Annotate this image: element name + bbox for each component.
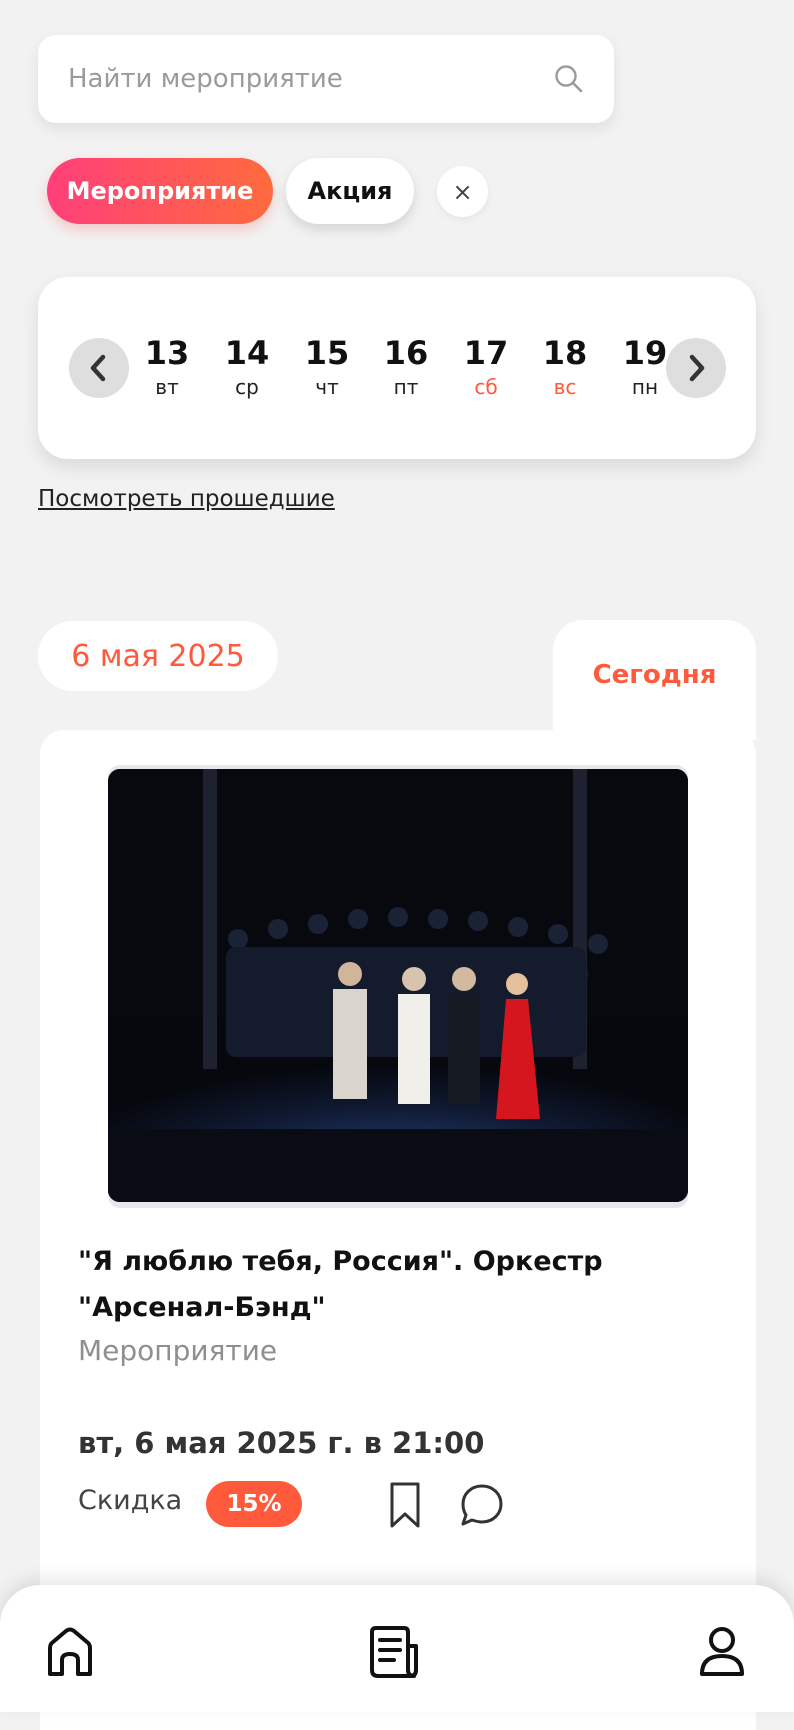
- calendar-day-weekday: пт: [393, 375, 419, 399]
- chevron-left-icon: [90, 354, 106, 382]
- news-icon[interactable]: [364, 1622, 424, 1682]
- today-tab-label: Сегодня: [592, 660, 717, 690]
- event-photo[interactable]: [108, 769, 688, 1202]
- discount-label: Скидка: [78, 1485, 183, 1516]
- search-input[interactable]: [66, 63, 552, 95]
- calendar-day-number: 13: [144, 334, 190, 372]
- calendar-day[interactable]: 18 вс: [530, 332, 600, 400]
- calendar-day-weekday: вт: [155, 375, 179, 399]
- calendar-day[interactable]: 16 пт: [371, 332, 441, 400]
- calendar-day[interactable]: 13 вт: [132, 332, 202, 400]
- home-icon[interactable]: [40, 1622, 100, 1682]
- view-past-link[interactable]: Посмотреть прошедшие: [38, 486, 335, 512]
- calendar-day-weekday: чт: [315, 375, 339, 399]
- date-header: 6 мая 2025: [38, 621, 278, 691]
- clear-filters-button[interactable]: ×: [437, 166, 488, 217]
- calendar-day-number: 16: [383, 334, 429, 372]
- calendar-day[interactable]: 14 ср: [212, 332, 282, 400]
- chevron-right-icon: [689, 354, 705, 382]
- calendar-day[interactable]: 17 сб: [451, 332, 521, 400]
- calendar-day-number: 14: [224, 334, 270, 372]
- filter-chip-promo[interactable]: Акция: [286, 158, 414, 224]
- calendar-day-number: 18: [542, 334, 588, 372]
- calendar-next-button[interactable]: [666, 338, 726, 398]
- calendar-day-weekday: сб: [474, 375, 498, 399]
- calendar-day-weekday: вс: [553, 375, 577, 399]
- calendar-prev-button[interactable]: [69, 338, 129, 398]
- calendar-day-number: 15: [304, 334, 350, 372]
- bookmark-icon[interactable]: [386, 1481, 424, 1529]
- calendar-day-number: 17: [463, 334, 509, 372]
- filter-chip-event[interactable]: Мероприятие: [47, 158, 273, 224]
- today-tab[interactable]: Сегодня: [553, 620, 756, 740]
- search-icon[interactable]: [552, 62, 586, 96]
- search-bar: [38, 35, 614, 123]
- event-title[interactable]: "Я люблю тебя, Россия". Оркестр "Арсенал…: [78, 1239, 698, 1331]
- bottom-navigation: [0, 1585, 794, 1712]
- event-datetime: вт, 6 мая 2025 г. в 21:00: [78, 1426, 485, 1460]
- profile-icon[interactable]: [692, 1622, 752, 1682]
- discount-badge: 15%: [206, 1481, 302, 1527]
- comment-icon[interactable]: [459, 1482, 505, 1528]
- calendar-day[interactable]: 15 чт: [292, 332, 362, 400]
- close-icon: ×: [452, 177, 473, 206]
- calendar-day-weekday: ср: [235, 375, 259, 399]
- event-category: Мероприятие: [78, 1334, 278, 1367]
- date-carousel: 13 вт 14 ср 15 чт 16 пт 17 сб 18 вс 19 п…: [38, 277, 756, 459]
